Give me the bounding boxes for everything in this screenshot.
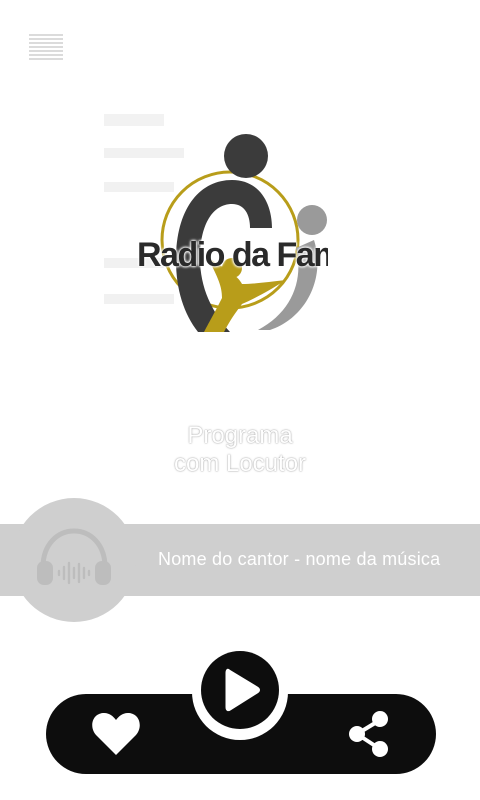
station-logo: Radio da Famíl bbox=[100, 108, 328, 332]
menu-button[interactable] bbox=[26, 30, 66, 64]
play-button[interactable] bbox=[201, 651, 279, 729]
artist-avatar bbox=[12, 498, 136, 622]
headphones-icon bbox=[37, 528, 111, 585]
like-button[interactable] bbox=[90, 709, 142, 759]
heart-icon bbox=[92, 712, 140, 755]
program-line-2: com Locutor bbox=[173, 450, 307, 477]
program-line-1: Programa bbox=[187, 422, 293, 449]
play-icon bbox=[225, 668, 260, 712]
logo-text: Radio da Famíl bbox=[137, 236, 328, 274]
share-icon bbox=[349, 711, 388, 757]
logo-graphic bbox=[104, 114, 327, 332]
share-button[interactable] bbox=[345, 708, 393, 760]
menu-icon bbox=[29, 34, 63, 60]
now-playing-text: Nome do cantor - nome da música bbox=[158, 549, 441, 569]
program-title: Programa com Locutor bbox=[0, 422, 480, 478]
